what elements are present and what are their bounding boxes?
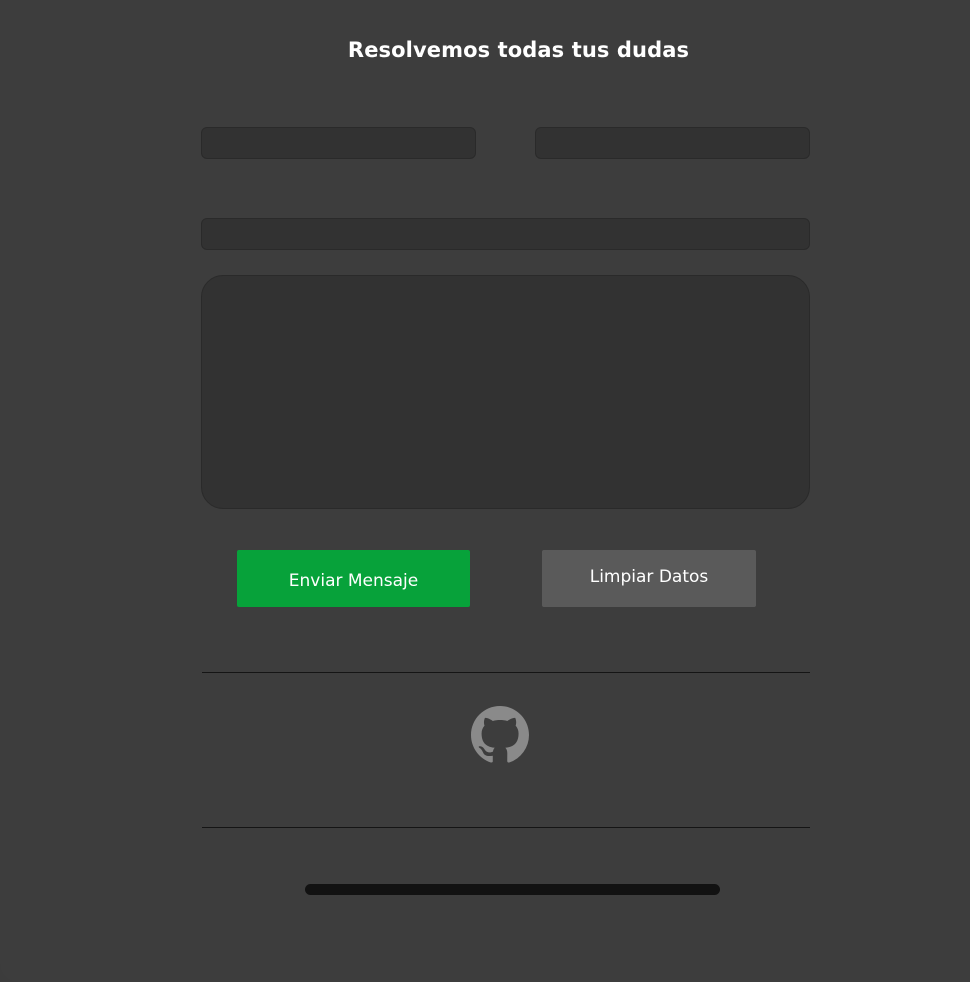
footer-divider-bottom bbox=[202, 827, 810, 828]
clear-data-button[interactable]: Limpiar Datos bbox=[542, 550, 756, 607]
page-title: Resolvemos todas tus dudas bbox=[347, 38, 690, 62]
first-name-input[interactable] bbox=[201, 127, 476, 159]
email-input[interactable] bbox=[201, 218, 810, 250]
last-name-input[interactable] bbox=[535, 127, 810, 159]
github-icon[interactable] bbox=[471, 706, 529, 764]
contact-screen: Resolvemos todas tus dudas Enviar Mensaj… bbox=[0, 0, 970, 982]
message-textarea[interactable] bbox=[201, 275, 810, 509]
send-message-button[interactable]: Enviar Mensaje bbox=[237, 550, 470, 607]
home-indicator[interactable] bbox=[305, 884, 720, 895]
footer-divider-top bbox=[202, 672, 810, 673]
